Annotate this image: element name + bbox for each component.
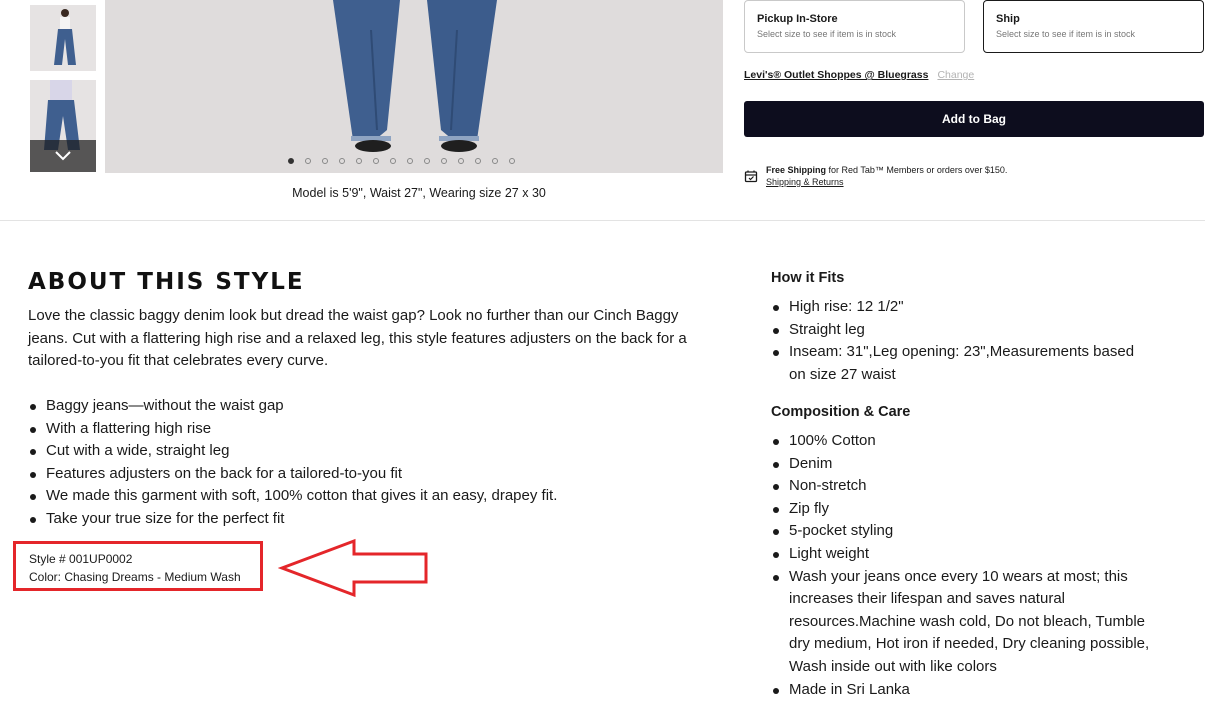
- list-item: Straight leg: [771, 319, 1151, 342]
- carousel-dot[interactable]: [406, 158, 413, 164]
- list-item: Wash your jeans once every 10 wears at m…: [771, 566, 1151, 679]
- free-shipping-detail: for Red Tab™ Members or orders over $150…: [826, 165, 1008, 175]
- jeans-legs-image: [105, 0, 723, 173]
- shipping-info: Free Shipping for Red Tab™ Members or or…: [744, 164, 1007, 188]
- about-title: ABOUT THIS STYLE: [28, 269, 305, 295]
- carousel-dot[interactable]: [355, 158, 362, 164]
- style-color: Color: Chasing Dreams - Medium Wash: [29, 570, 241, 584]
- store-name-link[interactable]: Levi's® Outlet Shoppes @ Bluegrass: [744, 69, 928, 81]
- list-item: With a flattering high rise: [28, 418, 557, 441]
- list-item: Denim: [771, 453, 1151, 476]
- carousel-dot[interactable]: [287, 158, 294, 164]
- list-item: Inseam: 31",Leg opening: 23",Measurement…: [771, 341, 1151, 386]
- change-store-link[interactable]: Change: [937, 69, 974, 81]
- list-item: Features adjusters on the back for a tai…: [28, 463, 557, 486]
- list-item: High rise: 12 1/2": [771, 296, 1151, 319]
- composition-care-title: Composition & Care: [771, 404, 911, 420]
- store-selector: Levi's® Outlet Shoppes @ Bluegrass Chang…: [744, 69, 974, 81]
- section-divider: [0, 220, 1205, 221]
- ship-subtitle: Select size to see if item is in stock: [996, 29, 1136, 39]
- annotation-arrow-icon: [278, 538, 428, 598]
- ship-option[interactable]: Ship Select size to see if item is in st…: [983, 0, 1204, 53]
- shipping-box-icon: [744, 170, 758, 183]
- list-item: Non-stretch: [771, 475, 1151, 498]
- carousel-dot[interactable]: [423, 158, 430, 164]
- list-item: Cut with a wide, straight leg: [28, 440, 557, 463]
- model-caption: Model is 5'9", Waist 27", Wearing size 2…: [292, 186, 546, 200]
- about-description: Love the classic baggy denim look but dr…: [28, 307, 687, 370]
- list-item: Made in Sri Lanka: [771, 679, 1151, 702]
- model-front-thumbnail: [30, 5, 96, 71]
- carousel-dot[interactable]: [304, 158, 311, 164]
- thumbnail-scroll-down-button[interactable]: [30, 140, 96, 172]
- pickup-title: Pickup In-Store: [757, 13, 838, 25]
- carousel-dot[interactable]: [389, 158, 396, 164]
- pickup-subtitle: Select size to see if item is in stock: [757, 29, 897, 39]
- carousel-dot[interactable]: [457, 158, 464, 164]
- list-item: 100% Cotton: [771, 430, 1151, 453]
- composition-care-list: 100% Cotton Denim Non-stretch Zip fly 5-…: [771, 430, 1151, 701]
- free-shipping-label: Free Shipping: [766, 165, 827, 175]
- carousel-dot[interactable]: [474, 158, 481, 164]
- list-item: Baggy jeans—without the waist gap: [28, 395, 557, 418]
- style-info-highlight: Style # 001UP0002 Color: Chasing Dreams …: [13, 541, 263, 591]
- carousel-dot[interactable]: [338, 158, 345, 164]
- carousel-dots: [105, 158, 723, 164]
- carousel-dot[interactable]: [440, 158, 447, 164]
- carousel-dot[interactable]: [372, 158, 379, 164]
- style-number: Style # 001UP0002: [29, 552, 133, 566]
- product-thumbnail-2[interactable]: [30, 80, 96, 172]
- list-item: We made this garment with soft, 100% cot…: [28, 485, 557, 508]
- ship-title: Ship: [996, 13, 1020, 25]
- list-item: 5-pocket styling: [771, 520, 1151, 543]
- pickup-in-store-option[interactable]: Pickup In-Store Select size to see if it…: [744, 0, 965, 53]
- list-item: Light weight: [771, 543, 1151, 566]
- how-it-fits-title: How it Fits: [771, 270, 845, 286]
- product-thumbnail-1[interactable]: [30, 5, 96, 71]
- carousel-dot[interactable]: [321, 158, 328, 164]
- carousel-dot[interactable]: [508, 158, 515, 164]
- shipping-text: Free Shipping for Red Tab™ Members or or…: [766, 164, 1007, 176]
- shipping-returns-link[interactable]: Shipping & Returns: [766, 176, 1007, 188]
- carousel-dot[interactable]: [491, 158, 498, 164]
- how-it-fits-list: High rise: 12 1/2" Straight leg Inseam: …: [771, 296, 1151, 386]
- list-item: Zip fly: [771, 498, 1151, 521]
- product-main-image[interactable]: [105, 0, 723, 173]
- chevron-down-icon: [55, 151, 71, 161]
- list-item: Take your true size for the perfect fit: [28, 508, 557, 531]
- feature-bullets: Baggy jeans—without the waist gap With a…: [28, 395, 557, 531]
- add-to-bag-button[interactable]: Add to Bag: [744, 101, 1204, 137]
